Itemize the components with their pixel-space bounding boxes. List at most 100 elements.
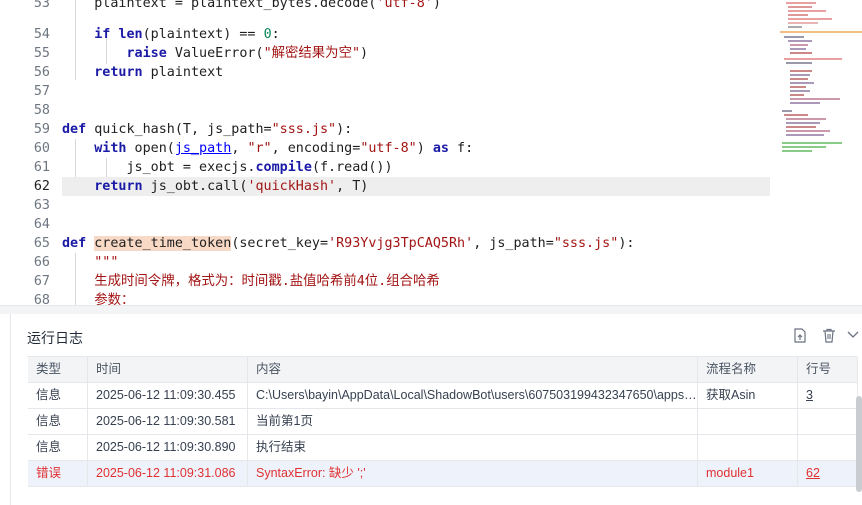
code-token: js_obt = execjs. bbox=[126, 160, 256, 175]
code-line-60[interactable]: with open(js_path, "r", encoding="utf-8"… bbox=[62, 139, 770, 158]
log-time: 2025-06-12 11:09:30.890 bbox=[88, 435, 248, 460]
code-function-name-highlight: create_time_token bbox=[94, 236, 232, 251]
line-number: 65 bbox=[33, 236, 50, 251]
code-token: : bbox=[271, 27, 280, 42]
code-keyword: compile bbox=[255, 160, 312, 175]
export-file-icon bbox=[794, 327, 806, 343]
table-row[interactable]: 信息 2025-06-12 11:09:30.581 当前第1页 bbox=[28, 409, 858, 435]
log-line-cell: 62 bbox=[798, 461, 858, 486]
line-number-active: 62 bbox=[33, 179, 50, 194]
code-string: "解密结果为空" bbox=[263, 46, 361, 61]
code-line-66[interactable]: """ bbox=[62, 253, 770, 272]
log-table: 类型 时间 内容 流程名称 行号 信息 2025-06-12 11:09:30.… bbox=[27, 356, 858, 487]
code-token: ) bbox=[416, 141, 433, 156]
table-header: 类型 时间 内容 流程名称 行号 bbox=[28, 357, 858, 383]
code-link-token[interactable]: js_path bbox=[175, 141, 231, 156]
code-line-68[interactable]: 参数： bbox=[62, 291, 770, 305]
code-builtin: len bbox=[118, 27, 143, 42]
code-line-56[interactable]: return plaintext bbox=[62, 63, 770, 82]
code-keyword: as bbox=[432, 141, 449, 156]
code-line-61[interactable]: js_obt = execjs.compile(f.read()) bbox=[62, 158, 770, 177]
code-token: ): bbox=[336, 122, 353, 137]
line-number: 56 bbox=[33, 65, 50, 80]
trash-icon bbox=[823, 328, 835, 343]
code-line-65[interactable]: def create_time_token(secret_key='R93Yvj… bbox=[62, 234, 770, 253]
code-keyword: raise bbox=[126, 46, 167, 61]
line-number: 66 bbox=[33, 255, 50, 270]
line-number: 64 bbox=[33, 217, 50, 232]
code-token: (plaintext) == bbox=[142, 27, 264, 42]
log-line-link[interactable]: 3 bbox=[806, 388, 813, 402]
column-header-content[interactable]: 内容 bbox=[248, 357, 698, 382]
code-token: , encoding= bbox=[271, 141, 361, 156]
code-minimap[interactable] bbox=[780, 0, 862, 305]
log-content: 执行结束 bbox=[248, 435, 698, 460]
code-line-54[interactable]: if len(plaintext) == 0: bbox=[62, 25, 770, 44]
table-row[interactable]: 信息 2025-06-12 11:09:30.890 执行结束 bbox=[28, 435, 858, 461]
code-token: plaintext = plaintext_bytes.decode( bbox=[94, 0, 377, 11]
code-token: , js_path= bbox=[473, 236, 554, 251]
code-token: ) bbox=[360, 46, 369, 61]
code-keyword: def bbox=[62, 236, 87, 251]
code-line-55[interactable]: raise ValueError("解密结果为空") bbox=[62, 44, 770, 63]
line-number: 68 bbox=[33, 293, 50, 305]
log-line-cell bbox=[798, 435, 858, 460]
code-line-59[interactable]: def quick_hash(T, js_path="sss.js"): bbox=[62, 120, 770, 139]
code-token: plaintext bbox=[142, 65, 224, 80]
code-string: 'utf-8' bbox=[376, 0, 433, 11]
code-string: 'quickHash' bbox=[247, 179, 337, 194]
log-panel-title: 运行日志 bbox=[27, 330, 83, 346]
code-docstring: 生成时间令牌，格式为：时间戳.盐值哈希前4位.组合哈希 bbox=[94, 274, 440, 289]
code-editor[interactable]: 53 54 55 56 57 58 59 60 61 62 63 64 65 6… bbox=[0, 0, 862, 305]
log-flow bbox=[698, 409, 798, 434]
log-time: 2025-06-12 11:09:31.086 bbox=[88, 461, 248, 486]
code-line-67[interactable]: 生成时间令牌，格式为：时间戳.盐值哈希前4位.组合哈希 bbox=[62, 272, 770, 291]
code-line-62-current[interactable]: return js_obt.call('quickHash', T) bbox=[62, 177, 770, 196]
log-line-link[interactable]: 62 bbox=[806, 466, 820, 480]
code-token: ) bbox=[432, 0, 441, 11]
line-number: 67 bbox=[33, 274, 50, 289]
log-type: 错误 bbox=[28, 461, 88, 486]
chevron-down-icon bbox=[847, 331, 859, 338]
table-row[interactable]: 信息 2025-06-12 11:09:30.455 C:\Users\bayi… bbox=[28, 383, 858, 409]
column-header-type[interactable]: 类型 bbox=[28, 357, 88, 382]
log-line-cell bbox=[798, 409, 858, 434]
code-line-53[interactable]: plaintext = plaintext_bytes.decode('utf-… bbox=[62, 0, 770, 13]
log-scrollbar[interactable] bbox=[856, 396, 862, 492]
log-type: 信息 bbox=[28, 409, 88, 434]
code-token: (secret_key= bbox=[231, 236, 329, 251]
code-token: quick_hash(T, js_path= bbox=[86, 122, 272, 137]
code-string: 'R93Yvjg3TpCAQ5Rh' bbox=[328, 236, 474, 251]
code-area[interactable]: plaintext = plaintext_bytes.decode('utf-… bbox=[62, 0, 770, 305]
log-time: 2025-06-12 11:09:30.455 bbox=[88, 383, 248, 408]
line-number: 63 bbox=[33, 198, 50, 213]
column-header-time[interactable]: 时间 bbox=[88, 357, 248, 382]
code-number: 0 bbox=[263, 27, 272, 42]
log-type: 信息 bbox=[28, 383, 88, 408]
code-string: "r" bbox=[247, 141, 272, 156]
line-number: 57 bbox=[33, 84, 50, 99]
line-number-gutter: 53 54 55 56 57 58 59 60 61 62 63 64 65 6… bbox=[0, 0, 62, 305]
code-token: , bbox=[231, 141, 248, 156]
code-string: "sss.js" bbox=[271, 122, 337, 137]
line-number: 55 bbox=[33, 46, 50, 61]
code-docstring: """ bbox=[94, 255, 119, 270]
column-header-line[interactable]: 行号 bbox=[798, 357, 858, 382]
code-token: ValueError( bbox=[166, 46, 264, 61]
line-number: 53 bbox=[33, 0, 50, 11]
collapse-panel-button[interactable] bbox=[845, 324, 861, 346]
export-log-button[interactable] bbox=[789, 324, 811, 346]
clear-log-button[interactable] bbox=[818, 324, 840, 346]
code-keyword: return bbox=[94, 65, 143, 80]
code-keyword: return bbox=[94, 179, 143, 194]
log-flow: 获取Asin bbox=[698, 383, 798, 408]
log-panel: 运行日志 类型 时间 内容 流程名称 行号 信息 2025-06-12 11:0… bbox=[10, 314, 862, 505]
line-number: 61 bbox=[33, 160, 50, 175]
code-string: "sss.js" bbox=[553, 236, 619, 251]
table-row-error[interactable]: 错误 2025-06-12 11:09:31.086 SyntaxError: … bbox=[28, 461, 858, 487]
log-flow: module1 bbox=[698, 461, 798, 486]
code-keyword: with bbox=[94, 141, 127, 156]
column-header-flow[interactable]: 流程名称 bbox=[698, 357, 798, 382]
code-token: , T) bbox=[336, 179, 369, 194]
panel-splitter[interactable] bbox=[0, 305, 862, 314]
